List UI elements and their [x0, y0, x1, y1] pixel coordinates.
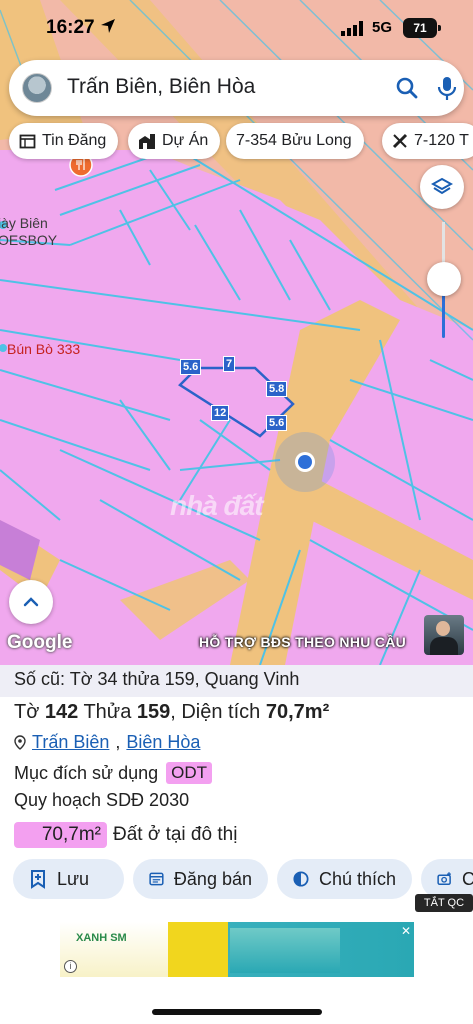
chip-label: 7-120 T [414, 132, 469, 149]
support-banner-text[interactable]: HỖ TRỢ BĐS THEO NHU CẦU [199, 634, 406, 650]
signal-icon [341, 21, 363, 36]
home-indicator[interactable] [152, 1009, 322, 1015]
chip-label: Dự Án [162, 132, 209, 149]
slider-handle[interactable] [427, 262, 461, 296]
chip-label: 7-354 Bửu Long [236, 132, 352, 149]
plan-area-value: 70,7m² [14, 822, 107, 848]
building-icon [139, 133, 155, 149]
parcel-info-sheet: Số cũ: Tờ 34 thửa 159, Quang Vinh Tờ 142… [0, 665, 473, 1024]
post-for-sale-button[interactable]: Đăng bán [133, 859, 268, 899]
chip-du-an[interactable]: Dự Án [128, 123, 221, 159]
poi-giay-bien[interactable]: iày Biên [0, 215, 48, 231]
chip-buu-long[interactable]: 7-354 Bửu Long [226, 123, 364, 159]
dim-left: 5.6 [180, 359, 202, 375]
purpose-label: Mục đích sử dụng [14, 762, 159, 783]
layers-icon [431, 177, 453, 195]
bookmark-add-icon [31, 870, 45, 889]
plan-use-label: Đất ở tại đô thị [113, 824, 238, 845]
chip-label: Tin Đăng [42, 132, 107, 149]
camera-add-icon [437, 872, 451, 885]
plan-area-row: 70,7m² Đất ở tại đô thị [14, 822, 237, 848]
poi-oesboy[interactable]: OESBOY [0, 232, 57, 248]
chip-tin-dang[interactable]: Tin Đăng [9, 123, 119, 159]
save-label: Lưu [57, 868, 90, 889]
search-input[interactable]: Trấn Biên, Biên Hòa [67, 75, 289, 99]
dim-right-upper: 5.8 [266, 381, 288, 397]
dim-right-lower: 5.6 [266, 415, 288, 431]
dim-top: 7 [223, 356, 236, 372]
plot-label: Thửa [78, 701, 137, 723]
parcel-title: Tờ 142 Thửa 159, Diện tích 70,7m² [14, 701, 329, 724]
camera-button[interactable]: C [421, 859, 473, 899]
area-label: , Diện tích [170, 701, 266, 723]
plan-label: Quy hoạch SDĐ 2030 [14, 790, 190, 810]
ward-link[interactable]: Trấn Biên [32, 732, 109, 753]
save-button[interactable]: Lưu [13, 859, 124, 899]
post-label: Đăng bán [173, 868, 252, 889]
purpose-badge: ODT [166, 762, 213, 784]
agent-avatar[interactable] [424, 615, 464, 655]
dim-bottom: 12 [211, 405, 230, 421]
expand-up-button[interactable] [9, 580, 53, 624]
contrast-icon [293, 871, 309, 887]
layers-button[interactable] [420, 165, 464, 209]
legend-label: Chú thích [318, 868, 396, 889]
ad-banner[interactable]: XANH SM ✕ i [60, 922, 414, 977]
poi-bun-bo[interactable]: Bún Bò 333 [7, 341, 80, 357]
ad-info-icon[interactable]: i [64, 960, 77, 973]
google-logo: Google [7, 632, 73, 653]
old-parcel-number: Số cũ: Tờ 34 thửa 159, Quang Vinh [0, 665, 473, 697]
area-value: 70,7m² [265, 701, 330, 723]
hide-ads-button[interactable]: TẮT QC [415, 894, 473, 912]
ad-brand-logo: XANH SM [76, 932, 127, 944]
search-icon[interactable] [395, 76, 419, 100]
city-link[interactable]: Biên Hòa [126, 732, 200, 753]
listing-post-icon [149, 872, 164, 886]
location-arrow-icon [101, 19, 115, 33]
sheet-label: Tờ [14, 701, 45, 723]
sheet-number: 142 [44, 701, 79, 723]
microphone-icon[interactable] [436, 75, 458, 101]
status-time: 16:27 [46, 17, 95, 38]
plot-number: 159 [136, 701, 171, 723]
search-bar[interactable]: Trấn Biên, Biên Hòa [9, 60, 464, 116]
address: Trấn Biên, Biên Hòa [14, 732, 200, 753]
watermark-logo: nhà đất [170, 490, 264, 521]
status-bar: 16:27 5G 71 [0, 0, 473, 52]
listing-icon [19, 134, 36, 148]
land-purpose: Mục đích sử dụng ODT [14, 762, 213, 784]
ruler-icon [392, 133, 408, 149]
battery-icon: 71 [403, 18, 441, 38]
avatar[interactable] [22, 73, 52, 103]
camera-label: C [462, 868, 473, 889]
legend-button[interactable]: Chú thích [277, 859, 412, 899]
location-pin-icon [14, 735, 26, 750]
chevron-up-icon [23, 597, 39, 607]
status-network: 5G [372, 19, 393, 36]
chip-7-120[interactable]: 7-120 T [382, 123, 473, 159]
map-view[interactable]: 16:27 5G 71 Trấn Biên, Biên Hòa Tin Đăng… [0, 0, 473, 665]
ad-close-icon[interactable]: ✕ [401, 924, 411, 938]
